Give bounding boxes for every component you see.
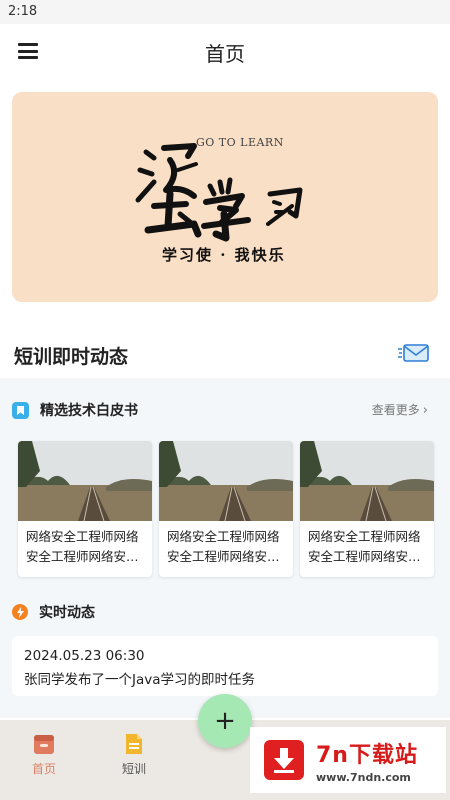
live-item-text: 张同学发布了一个Java学习的即时任务 xyxy=(24,672,256,688)
nav-label-home: 首页 xyxy=(31,762,56,776)
card-text: 网络安全工程师网络安全工程师网络安全工程师 xyxy=(26,529,139,564)
card-image xyxy=(159,441,293,521)
watermark-url: www.7ndn.com xyxy=(316,770,411,784)
document-icon xyxy=(126,734,142,754)
download-arrow-icon xyxy=(264,740,304,780)
bolt-icon xyxy=(12,604,28,620)
view-more-label: 查看更多 xyxy=(371,403,420,417)
live-header: 实时动态 xyxy=(12,602,95,622)
view-more-link[interactable]: 查看更多 › xyxy=(372,401,428,418)
section-title: 短训即时动态 xyxy=(14,346,129,368)
nav-item-training[interactable]: 短训 xyxy=(104,732,164,777)
card-text: 网络安全工程师网络安全工程师网络安全工程师 xyxy=(308,529,421,564)
live-item[interactable]: 2024.05.23 06:30 张同学发布了一个Java学习的即时任务 xyxy=(12,636,438,696)
nav-item-home[interactable]: 首页 xyxy=(14,732,74,777)
live-item-time: 2024.05.23 06:30 xyxy=(24,648,145,664)
whitepaper-card[interactable]: 网络安全工程师网络安全工程师网络安全工程师 xyxy=(300,441,434,577)
home-icon xyxy=(34,735,54,754)
calligraphy-art xyxy=(135,143,303,242)
whitepaper-title: 精选技术白皮书 xyxy=(40,403,138,419)
card-text: 网络安全工程师网络安全工程师网络安全工程师 xyxy=(167,529,280,564)
status-time: 2:18 xyxy=(8,4,38,19)
nav-label-training: 短训 xyxy=(121,762,146,776)
banner-english: GO TO LEARN xyxy=(196,136,284,149)
card-image xyxy=(300,441,434,521)
chevron-right-icon: › xyxy=(422,403,428,418)
page-title: 首页 xyxy=(205,42,245,66)
watermark-title: 7n下载站 xyxy=(316,742,418,768)
add-fab-button[interactable]: + xyxy=(198,694,252,748)
status-bar: 2:18 xyxy=(0,0,450,24)
app-header: 首页 xyxy=(0,24,450,80)
whitepaper-cards: 网络安全工程师网络安全工程师网络安全工程师 网络安全工程师网络安全工程师网络安全… xyxy=(18,441,434,577)
bookmark-icon xyxy=(12,401,29,419)
whitepaper-card[interactable]: 网络安全工程师网络安全工程师网络安全工程师 xyxy=(18,441,152,577)
banner-motto: 学习使 · 我快乐 xyxy=(162,246,286,264)
watermark: 7n下载站 www.7ndn.com xyxy=(250,727,446,793)
whitepaper-card[interactable]: 网络安全工程师网络安全工程师网络安全工程师 xyxy=(159,441,293,577)
mail-icon[interactable] xyxy=(398,340,430,366)
live-title: 实时动态 xyxy=(39,605,95,621)
card-image xyxy=(18,441,152,521)
banner-image[interactable]: GO TO LEARN 学习使 · 我快乐 xyxy=(12,92,438,302)
whitepaper-header: 精选技术白皮书 xyxy=(12,400,138,420)
